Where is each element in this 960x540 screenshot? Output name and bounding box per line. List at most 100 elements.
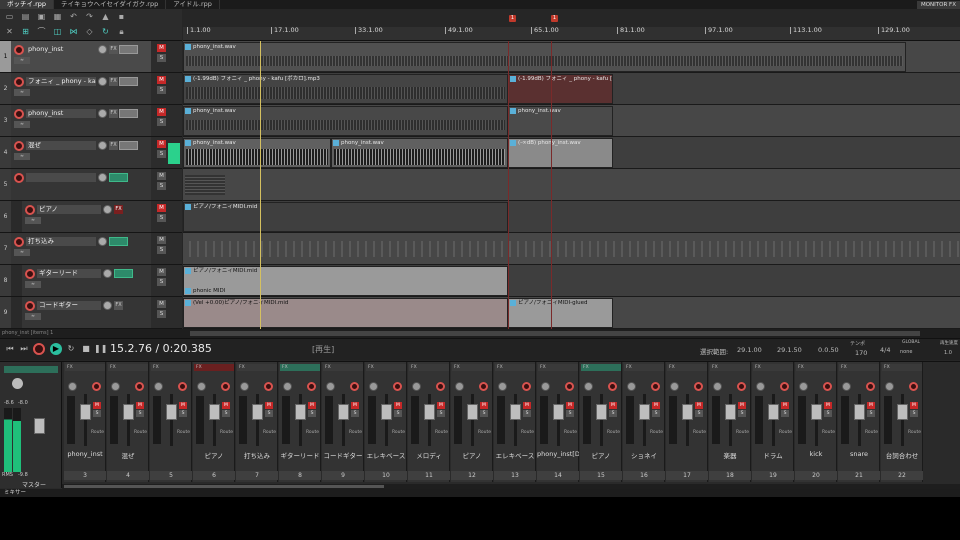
volume-fader[interactable] xyxy=(725,404,736,420)
stop-icon[interactable]: ■ xyxy=(80,343,92,355)
record-arm-button[interactable] xyxy=(14,237,24,247)
lock-toggle-icon[interactable]: 🔒︎ xyxy=(115,26,128,37)
mixer-strip[interactable]: FX M S Route ギターリード 8 xyxy=(279,362,321,482)
fx-button[interactable]: FX xyxy=(109,45,118,54)
volume-fader[interactable] xyxy=(596,404,607,420)
envelope-icon[interactable]: ◇ xyxy=(83,26,96,37)
mute-button[interactable]: M xyxy=(222,402,230,409)
record-arm-button[interactable] xyxy=(14,45,24,55)
pan-knob[interactable] xyxy=(369,382,378,391)
volume-knob[interactable] xyxy=(103,269,112,278)
strip-name[interactable]: kick xyxy=(795,450,837,458)
record-arm-button[interactable] xyxy=(866,382,875,391)
solo-button[interactable]: S xyxy=(781,410,789,417)
mixer-strip[interactable]: FX M S Route エレキベース 10 xyxy=(365,362,407,482)
volume-fader[interactable] xyxy=(811,404,822,420)
strip-fx-bar[interactable]: FX xyxy=(753,364,793,371)
volume-fader[interactable] xyxy=(338,404,349,420)
arrange-view[interactable]: phony_inst.wav (-1.99dB) フォニィ _ phony - … xyxy=(183,41,960,329)
save-project-icon[interactable]: ▣ xyxy=(35,11,48,22)
volume-knob[interactable] xyxy=(98,109,107,118)
strip-name[interactable]: 楽器 xyxy=(709,450,751,460)
record-arm-button[interactable] xyxy=(393,382,402,391)
solo-button[interactable]: S xyxy=(824,410,832,417)
strip-name[interactable]: ピアノ xyxy=(193,450,235,460)
track-2[interactable]: 2 フォニィ _ phony - kafu [ボ FX ≈ MS xyxy=(0,73,182,105)
record-arm-button[interactable] xyxy=(565,382,574,391)
mixer-strip[interactable]: FX M S Route ピアノ 6 xyxy=(193,362,235,482)
solo-button[interactable]: S xyxy=(566,410,574,417)
volume-fader[interactable] xyxy=(854,404,865,420)
track-3[interactable]: 3 phony_inst FX ≈ MS xyxy=(0,105,182,137)
time-signature[interactable]: 4/4 xyxy=(880,346,890,354)
fx-button[interactable]: FX xyxy=(109,141,118,150)
strip-name[interactable]: 台詞合わせ xyxy=(881,450,923,460)
volume-fader[interactable] xyxy=(166,404,177,420)
master-fx-bar[interactable] xyxy=(4,366,58,373)
solo-button[interactable]: S xyxy=(265,410,273,417)
track-name[interactable]: コードギター xyxy=(37,301,101,310)
mixer-strip[interactable]: FX M S Route 17 xyxy=(666,362,708,482)
selection-end[interactable]: 29.1.50 xyxy=(777,346,802,354)
solo-button[interactable]: S xyxy=(222,410,230,417)
record-arm-button[interactable] xyxy=(135,382,144,391)
mute-button[interactable]: M xyxy=(157,204,166,212)
strip-name[interactable]: エレキベース xyxy=(365,450,407,460)
item-grouping-icon[interactable]: ◫ xyxy=(51,26,64,37)
volume-fader[interactable] xyxy=(553,404,564,420)
media-item[interactable]: (-∞dB) phony_inst.wav xyxy=(508,138,613,168)
snap-icon[interactable]: ⌒ xyxy=(35,26,48,37)
track-name[interactable] xyxy=(26,173,96,182)
track-name[interactable]: ピアノ xyxy=(37,205,101,214)
grid-icon[interactable]: ⊞ xyxy=(19,26,32,37)
solo-button[interactable]: S xyxy=(695,410,703,417)
solo-button[interactable]: S xyxy=(157,214,166,222)
record-arm-button[interactable] xyxy=(909,382,918,391)
strip-name[interactable]: 打ち込み xyxy=(236,450,278,460)
record-arm-button[interactable] xyxy=(178,382,187,391)
automation-icon[interactable]: ≈ xyxy=(25,313,41,320)
route-button[interactable]: Route xyxy=(91,430,104,435)
record-arm-button[interactable] xyxy=(14,77,24,87)
pan-knob[interactable] xyxy=(713,382,722,391)
mute-button[interactable]: M xyxy=(157,76,166,84)
pan-knob[interactable] xyxy=(885,382,894,391)
project-tab-3[interactable]: アイドル.rpp xyxy=(166,0,220,9)
selection-start[interactable]: 29.1.00 xyxy=(737,346,762,354)
project-marker[interactable]: 1 xyxy=(551,15,558,22)
route-button[interactable]: Route xyxy=(177,430,190,435)
record-arm-button[interactable] xyxy=(14,109,24,119)
route-button[interactable]: Route xyxy=(349,430,362,435)
mute-button[interactable]: M xyxy=(394,402,402,409)
mixer-strip[interactable]: FX M S Route snare 21 xyxy=(838,362,880,482)
mute-button[interactable]: M xyxy=(781,402,789,409)
ripple-edit-icon[interactable]: ✕ xyxy=(3,26,16,37)
record-arm-button[interactable] xyxy=(221,382,230,391)
master-strip[interactable]: -8.6 -8.0 RMS -9.8 マスター xyxy=(0,362,62,489)
volume-knob[interactable] xyxy=(103,205,112,214)
media-item[interactable]: phony_inst.wav xyxy=(331,138,508,168)
strip-fx-bar[interactable]: FX xyxy=(452,364,492,371)
strip-name[interactable]: snare xyxy=(838,450,880,458)
solo-button[interactable]: S xyxy=(480,410,488,417)
pan-knob[interactable] xyxy=(756,382,765,391)
track-name[interactable]: ギターリード xyxy=(37,269,101,278)
solo-button[interactable]: S xyxy=(157,182,166,190)
strip-name[interactable]: phony_inst xyxy=(64,450,106,458)
mute-button[interactable]: M xyxy=(157,268,166,276)
automation-icon[interactable]: ≈ xyxy=(25,281,41,288)
pan-knob[interactable] xyxy=(326,382,335,391)
record-arm-button[interactable] xyxy=(737,382,746,391)
record-arm-button[interactable] xyxy=(436,382,445,391)
record-arm-button[interactable] xyxy=(608,382,617,391)
record-arm-button[interactable] xyxy=(780,382,789,391)
solo-button[interactable]: S xyxy=(157,118,166,126)
volume-knob[interactable] xyxy=(98,77,107,86)
strip-name[interactable]: ドラム xyxy=(752,450,794,460)
route-button[interactable]: Route xyxy=(134,430,147,435)
record-arm-button[interactable] xyxy=(264,382,273,391)
pan-knob[interactable] xyxy=(197,382,206,391)
record-button[interactable] xyxy=(33,343,45,355)
record-arm-button[interactable] xyxy=(823,382,832,391)
pan-knob[interactable] xyxy=(154,382,163,391)
